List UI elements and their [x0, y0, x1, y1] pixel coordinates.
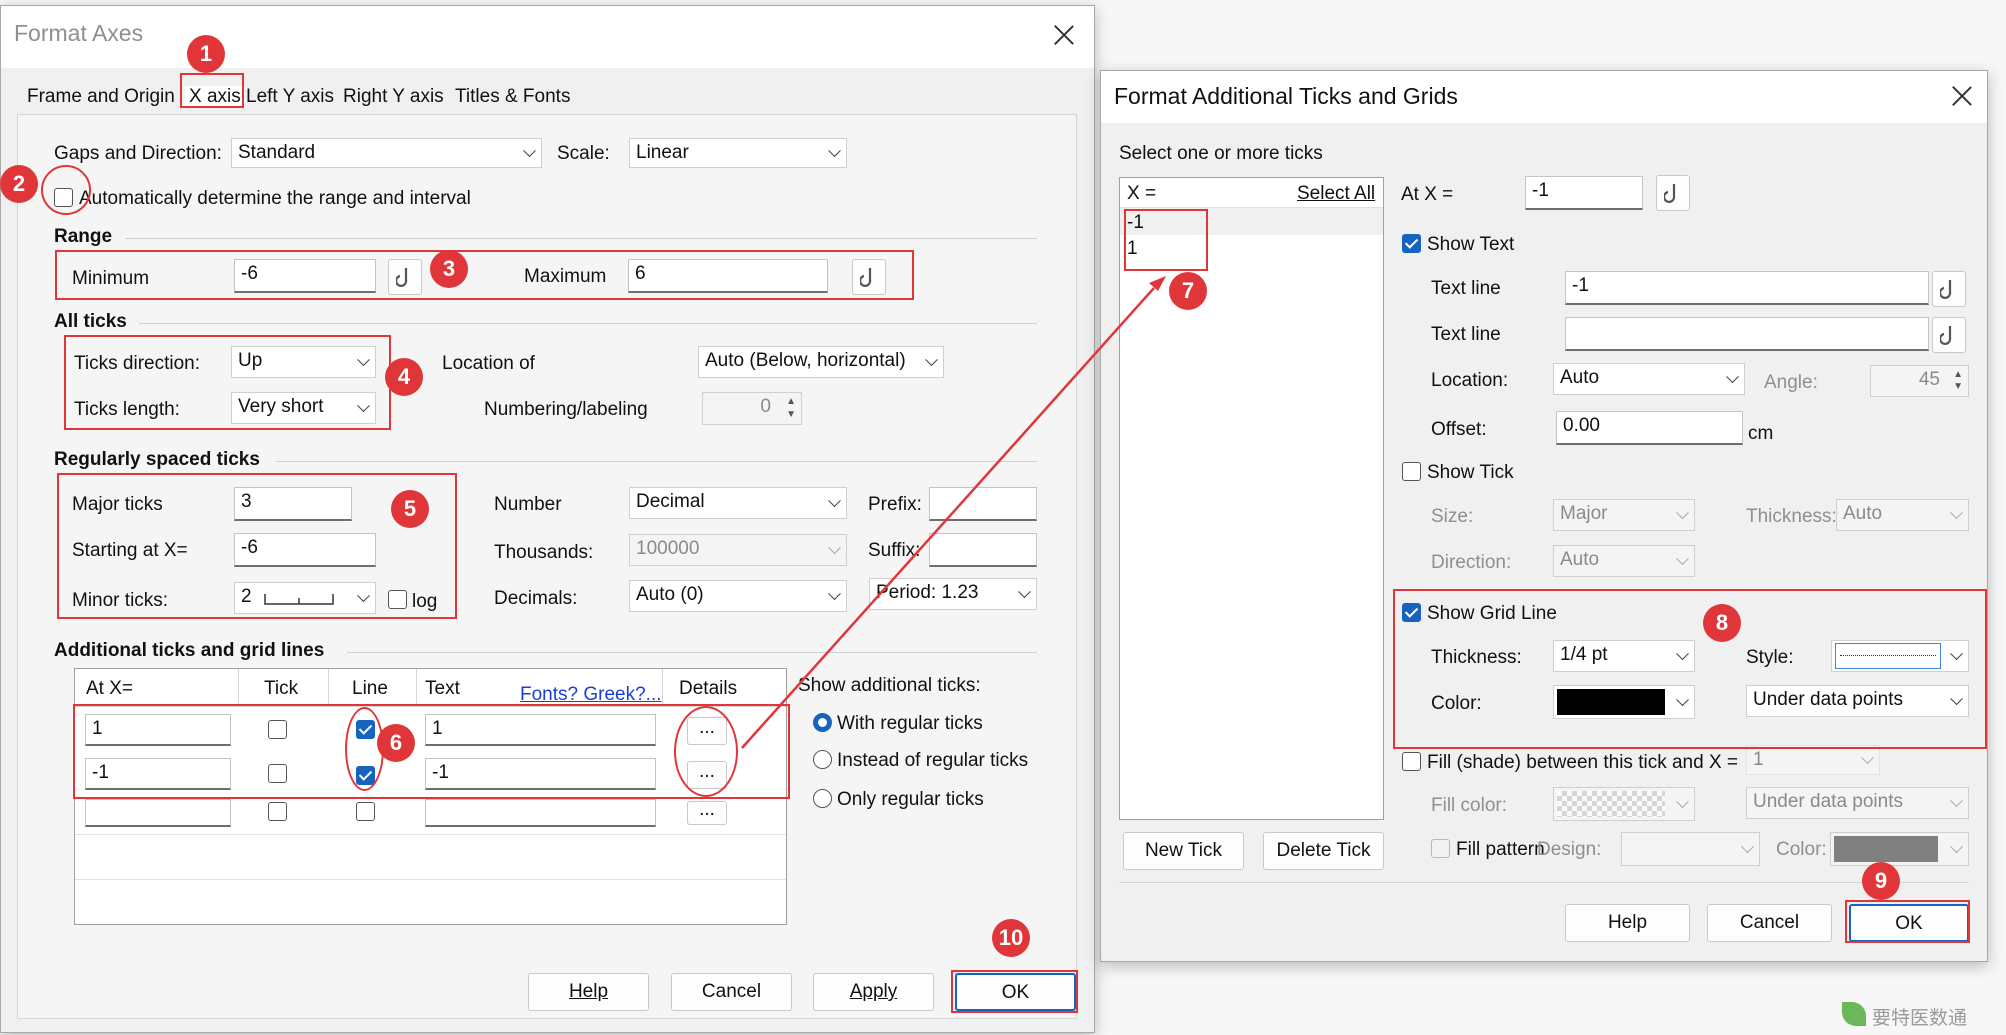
leaf-logo-icon	[1842, 1002, 1866, 1026]
watermark-text: 要特医数通	[1872, 1008, 1968, 1029]
watermark: 要特医数通	[1842, 1000, 1992, 1030]
annotation-arrow	[741, 276, 1166, 749]
